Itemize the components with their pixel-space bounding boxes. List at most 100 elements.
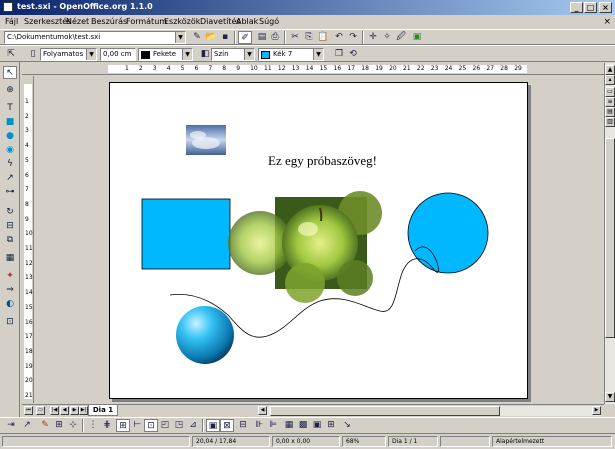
menu-edit[interactable]: Szerkesztés [24, 17, 71, 26]
nav-last-icon[interactable]: ▶| [79, 406, 88, 415]
menu-format[interactable]: Formátum [126, 17, 167, 26]
create-object-icon[interactable]: ▩ [296, 419, 310, 432]
close-document-icon[interactable]: × [603, 17, 611, 27]
edit-points-icon[interactable]: ↗ [20, 419, 34, 432]
stylist-icon[interactable]: ✧ [380, 31, 394, 44]
edit-file-icon[interactable]: ✎ [190, 31, 204, 44]
menu-insert[interactable]: Beszúrás [91, 17, 127, 26]
connector-icon[interactable]: ⊶ [3, 186, 17, 199]
pdf-icon[interactable]: ▤ [255, 31, 269, 44]
ellipse-icon[interactable]: ● [3, 130, 17, 143]
tab-slide-1[interactable]: Dia 1 [88, 405, 118, 416]
rotation-mode-icon[interactable]: ⇥ [4, 419, 18, 432]
menu-file[interactable]: Fájl [5, 17, 18, 26]
open-icon[interactable]: 📂 [204, 31, 218, 44]
effects-icon[interactable]: ✦ [3, 270, 17, 283]
area-color-select[interactable]: Kék 7 ▼ [258, 48, 324, 61]
scroll-right-icon[interactable]: ▶ [592, 406, 601, 415]
copy-icon[interactable]: ⎘ [302, 31, 316, 44]
maximize-button[interactable]: □ [584, 2, 597, 13]
curve-icon[interactable]: ϟ [3, 158, 17, 171]
nav-prev-icon[interactable]: ◀ [60, 406, 69, 415]
chevron-down-icon[interactable]: ▼ [182, 49, 192, 60]
arrange-icon[interactable]: ⧉ [3, 234, 17, 247]
menu-window[interactable]: Ablak [236, 17, 258, 26]
line-tool-icon[interactable]: ↗ [3, 172, 17, 185]
area-style-select[interactable]: Szín ▼ [211, 48, 255, 61]
display-grid-icon[interactable]: ⊞ [52, 419, 66, 432]
blue-rectangle[interactable] [141, 198, 231, 270]
drawing-view-icon[interactable]: ▭ [605, 87, 615, 97]
edit-mode-icon[interactable]: ✐ [238, 31, 252, 44]
slide-text[interactable]: Ez egy próbaszöveg! [268, 153, 377, 169]
rotate-icon[interactable]: ↻ [3, 206, 17, 219]
menu-help[interactable]: Súgó [259, 17, 279, 26]
menu-tools[interactable]: Eszközök [164, 17, 200, 26]
blue-circle[interactable] [407, 192, 489, 274]
handout-view-icon[interactable]: ▥ [605, 117, 615, 127]
interaction-icon[interactable]: ⇒ [3, 284, 17, 297]
page-up-icon[interactable]: ▴ [605, 75, 615, 85]
apple-image[interactable] [228, 191, 382, 303]
exit-edit-icon[interactable]: ▣ [310, 419, 324, 432]
alignment-icon[interactable]: ⊟ [3, 220, 17, 233]
line-color-select[interactable]: Fekete ▼ [138, 48, 193, 61]
scroll-left-icon[interactable]: ◀ [258, 406, 267, 415]
bezier-icon[interactable]: ⊟ [236, 419, 250, 432]
zoom-icon[interactable]: ⊕ [3, 84, 17, 97]
snap-margins-icon[interactable]: ◳ [172, 419, 186, 432]
hyperlink-icon[interactable]: 🖉 [394, 31, 408, 44]
snap-grid-icon[interactable]: ⊞ [116, 419, 130, 432]
text-only-icon[interactable]: ⊫ [266, 419, 280, 432]
snap-points-icon[interactable]: ◰ [158, 419, 172, 432]
double-click-icon[interactable]: ▦ [282, 419, 296, 432]
print-icon[interactable]: ⎙ [268, 31, 282, 44]
insert-icon[interactable]: ▦ [3, 252, 17, 265]
select-arrow-icon[interactable]: ↖ [3, 66, 17, 79]
dimension-icon[interactable]: ↘ [340, 419, 354, 432]
area-icon[interactable]: ◧ [198, 48, 212, 61]
line-style-select[interactable]: Folyamatos ▼ [40, 48, 97, 61]
app-icon[interactable] [3, 2, 13, 12]
position-size-icon[interactable]: ⇱ [4, 48, 18, 61]
3d-objects-icon[interactable]: ◉ [3, 144, 17, 157]
line-width-field[interactable]: 0,00 cm [100, 48, 136, 61]
handles-icon[interactable]: ⊠ [220, 419, 234, 432]
navigator-icon[interactable]: ✛ [366, 31, 380, 44]
show-snap-icon[interactable]: ⊹ [66, 419, 80, 432]
3d-sphere[interactable] [176, 306, 234, 364]
contour-icon[interactable]: ▣ [206, 419, 220, 432]
chevron-down-icon[interactable]: ▼ [313, 49, 323, 60]
save-icon[interactable]: ▪ [218, 31, 232, 44]
slide-show-icon[interactable]: ⊡ [3, 316, 17, 329]
horizontal-ruler[interactable]: 1 2 3 4 5 6 7 8 9 10 11 12 13 14 15 16 17 18 19 20 21 22 23 24 2… [22, 63, 604, 75]
rectangle-icon[interactable]: ■ [3, 116, 17, 129]
outline-view-icon[interactable]: ≡ [605, 97, 615, 107]
gallery-icon[interactable]: ▣ [410, 31, 424, 44]
h-scroll-thumb[interactable] [270, 406, 500, 416]
status-zoom[interactable]: 68% [342, 436, 386, 447]
preview-icon[interactable]: ⊞ [324, 419, 338, 432]
nav-first-icon[interactable]: |◀ [50, 406, 59, 415]
3d-controller-icon[interactable]: ◐ [3, 298, 17, 311]
nav-next-icon[interactable]: ▶ [70, 406, 79, 415]
text-icon[interactable]: T [3, 102, 17, 115]
object-points-icon[interactable]: ⊿ [186, 419, 200, 432]
slide-canvas[interactable] [110, 83, 528, 399]
sky-image[interactable] [186, 125, 226, 155]
vertical-ruler[interactable]: 1 2 3 4 5 6 7 8 9 10 11 12 13 14 15 16 17 18 19 20 21 [22, 76, 34, 403]
transform-icon[interactable]: ⟲ [346, 48, 360, 61]
helplines-icon[interactable]: ⋕ [100, 419, 114, 432]
paste-icon[interactable]: 📋 [316, 31, 330, 44]
chevron-down-icon[interactable]: ▼ [175, 32, 185, 43]
undo-icon[interactable]: ↶ [332, 31, 346, 44]
first-slide-icon[interactable]: ⏮ [24, 406, 33, 415]
url-field[interactable]: C:\Dokumentumok\test.sxi ▼ [4, 31, 186, 44]
arrow-down-icon[interactable]: ▼ [605, 392, 615, 402]
close-button[interactable]: × [599, 2, 612, 13]
menu-view[interactable]: Nézet [66, 17, 89, 26]
snap-lines-icon[interactable]: ⊢ [130, 419, 144, 432]
glue-points-icon[interactable]: ✎ [38, 419, 52, 432]
arrow-up-icon[interactable]: ▲ [605, 65, 615, 75]
grid-icon[interactable]: ⋮ [86, 419, 100, 432]
